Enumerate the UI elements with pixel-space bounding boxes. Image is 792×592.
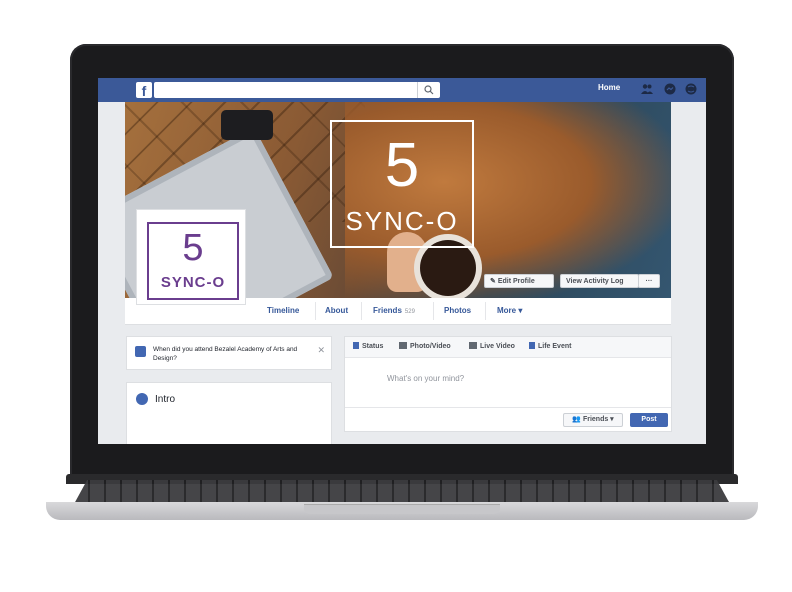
tab-friends[interactable]: Friends 529 [373,298,415,324]
education-prompt-card: When did you attend Bezalel Academy of A… [126,336,332,370]
pencil-icon [135,346,146,357]
pencil-icon [353,342,359,349]
composer-tab-status[interactable]: Status [353,337,383,357]
camera-icon [399,342,407,349]
tab-photos[interactable]: Photos [444,298,471,324]
edit-profile-button[interactable]: ✎ Edit Profile [484,274,554,288]
close-icon[interactable]: ✕ [317,345,325,356]
composer-tabs: Status Photo/Video Live Video Life Event [345,337,671,358]
more-options-button[interactable]: ··· [638,274,660,288]
top-navigation-bar: f Home [98,78,706,102]
flag-icon [529,342,535,349]
tab-about[interactable]: About [325,298,348,324]
cover-logo: 5 SYNC-O [330,120,474,248]
composer-tab-life-event[interactable]: Life Event [529,337,571,357]
composer-footer: 👥 Friends ▾ Post [345,407,671,432]
keyboard [74,480,730,504]
post-button[interactable]: Post [630,413,668,427]
pencil-icon: ✎ [490,278,498,285]
profile-logo-number: 5 [182,227,204,269]
composer-tab-photo-video[interactable]: Photo/Video [399,337,451,357]
nav-divider [485,302,486,320]
cover-logo-text: SYNC-O [345,206,459,236]
search-button[interactable] [417,82,440,98]
profile-logo: 5 SYNC-O [147,222,239,300]
tab-more[interactable]: More ▾ [497,298,522,324]
friend-requests-icon[interactable] [641,83,653,95]
intro-card: Intro [126,382,332,444]
post-composer: Status Photo/Video Live Video Life Event… [344,336,672,432]
nav-divider [361,302,362,320]
profile-picture[interactable]: 5 SYNC-O [136,209,246,305]
facebook-logo-icon[interactable]: f [136,82,152,99]
globe-notifications-icon[interactable] [685,83,697,95]
video-icon [469,342,477,349]
cover-logo-number: 5 [384,131,420,200]
laptop-base [46,474,758,524]
profile-logo-text: SYNC-O [160,274,226,291]
search-icon [424,85,434,95]
phone-in-photo [221,110,273,140]
status-input[interactable]: What's on your mind? [387,374,464,383]
education-prompt-text[interactable]: When did you attend Bezalel Academy of A… [153,345,313,363]
home-link[interactable]: Home [598,83,620,92]
globe-icon [136,393,148,405]
search-input[interactable] [154,82,440,98]
tab-friends-label: Friends [373,306,402,315]
view-activity-log-button[interactable]: View Activity Log [560,274,639,288]
audience-selector-button[interactable]: 👥 Friends ▾ [563,413,623,427]
nav-divider [315,302,316,320]
tab-timeline[interactable]: Timeline [267,298,299,324]
nav-divider [433,302,434,320]
messenger-icon[interactable] [664,83,676,95]
friends-icon: 👥 [572,416,583,423]
browser-screen: f Home 5 SYNC-O ✎ Edit Profile View Acti… [98,78,706,444]
coffee-mug-in-photo [420,240,476,296]
friends-count: 529 [404,309,415,315]
composer-tab-live-video[interactable]: Live Video [469,337,515,357]
trackpad-notch [304,504,500,514]
intro-heading: Intro [155,394,176,405]
